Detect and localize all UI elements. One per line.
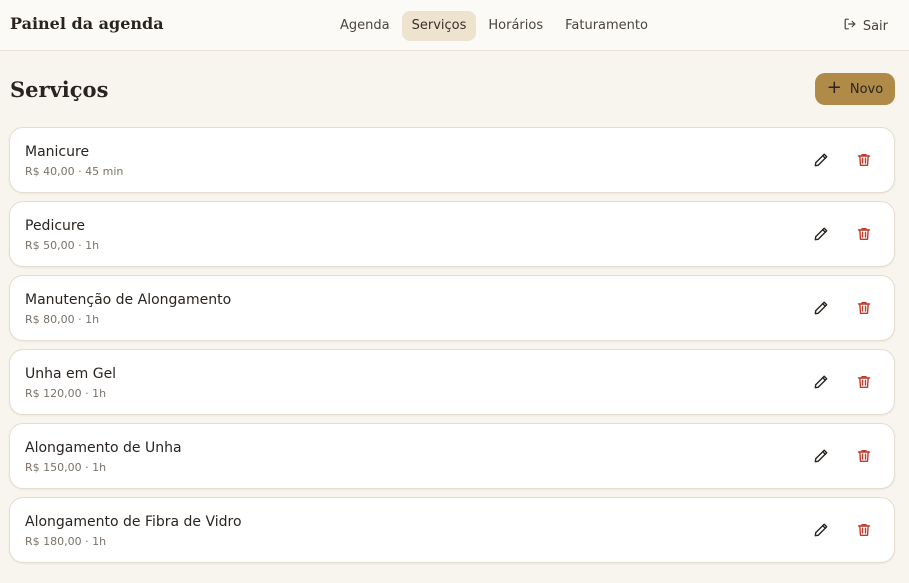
service-price-duration: R$ 150,00 · 1h (25, 461, 107, 474)
tab-faturamento[interactable]: Faturamento (555, 11, 658, 41)
tab-servicos[interactable]: Serviços (401, 11, 477, 41)
edit-button[interactable] (812, 225, 830, 243)
top-navigation-bar: Painel da agenda Agenda Serviços Horário… (0, 0, 909, 51)
service-card: Manutenção de Alongamento R$ 80,00 · 1h (9, 275, 895, 341)
service-card: Alongamento de Unha R$ 150,00 · 1h (9, 423, 895, 489)
main-nav: Agenda Serviços Horários Faturamento (330, 11, 658, 41)
pencil-icon (814, 523, 828, 537)
edit-button[interactable] (812, 521, 830, 539)
edit-button[interactable] (812, 299, 830, 317)
page-title: Serviços (10, 77, 109, 102)
trash-icon (857, 376, 871, 388)
logout-button[interactable]: Sair (843, 17, 888, 35)
service-card: Unha em Gel R$ 120,00 · 1h (9, 349, 895, 415)
tab-agenda[interactable]: Agenda (330, 11, 400, 41)
pencil-icon (814, 227, 828, 241)
delete-button[interactable] (855, 373, 873, 391)
app-title: Painel da agenda (10, 14, 164, 33)
new-button-label: Novo (849, 81, 884, 97)
edit-button[interactable] (812, 447, 830, 465)
trash-icon (857, 450, 871, 462)
service-price-duration: R$ 40,00 · 45 min (25, 165, 124, 178)
tab-horarios[interactable]: Horários (478, 11, 553, 41)
edit-button[interactable] (812, 373, 830, 391)
service-name: Pedicure (25, 218, 85, 234)
service-price-duration: R$ 80,00 · 1h (25, 313, 100, 326)
trash-icon (857, 524, 871, 536)
edit-button[interactable] (812, 151, 830, 169)
delete-button[interactable] (855, 299, 873, 317)
trash-icon (857, 302, 871, 314)
service-card: Manicure R$ 40,00 · 45 min (9, 127, 895, 193)
delete-button[interactable] (855, 447, 873, 465)
service-name: Alongamento de Fibra de Vidro (25, 514, 242, 530)
service-price-duration: R$ 180,00 · 1h (25, 535, 107, 548)
trash-icon (857, 154, 871, 166)
service-card: Alongamento de Fibra de Vidro R$ 180,00 … (9, 497, 895, 563)
service-card: Pedicure R$ 50,00 · 1h (9, 201, 895, 267)
plus-icon: + (826, 77, 842, 98)
service-name: Alongamento de Unha (25, 440, 182, 456)
trash-icon (857, 228, 871, 240)
service-price-duration: R$ 50,00 · 1h (25, 239, 100, 252)
services-list: Manicure R$ 40,00 · 45 min Pedicure R$ 5… (9, 127, 895, 571)
new-service-button[interactable]: + Novo (815, 73, 895, 105)
service-name: Unha em Gel (25, 366, 117, 382)
pencil-icon (814, 153, 828, 167)
service-name: Manicure (25, 144, 90, 160)
service-price-duration: R$ 120,00 · 1h (25, 387, 107, 400)
delete-button[interactable] (855, 521, 873, 539)
service-name: Manutenção de Alongamento (25, 292, 232, 308)
pencil-icon (814, 301, 828, 315)
logout-icon (843, 17, 857, 35)
pencil-icon (814, 375, 828, 389)
logout-label: Sair (862, 18, 888, 34)
delete-button[interactable] (855, 151, 873, 169)
pencil-icon (814, 449, 828, 463)
delete-button[interactable] (855, 225, 873, 243)
